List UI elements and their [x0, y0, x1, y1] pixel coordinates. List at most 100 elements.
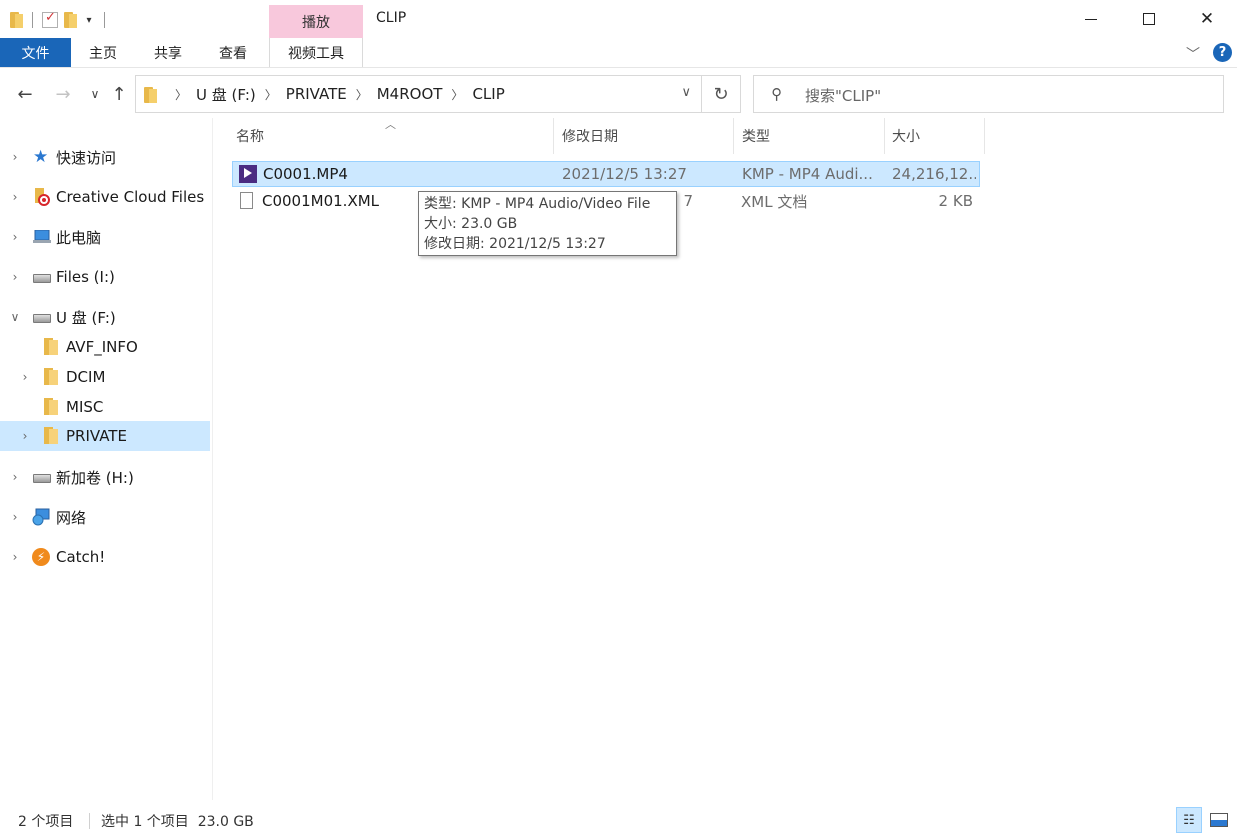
- tab-home[interactable]: 主页: [78, 38, 128, 67]
- details-view-button[interactable]: ☷: [1176, 807, 1202, 833]
- tree-item-label: 网络: [56, 508, 87, 527]
- breadcrumb-separator-icon[interactable]: 〉: [356, 86, 368, 103]
- breadcrumb-separator-icon[interactable]: 〉: [451, 86, 463, 103]
- tooltip-modified: 修改日期: 2021/12/5 13:27: [424, 236, 606, 252]
- toolbar-divider: [32, 12, 33, 28]
- back-button[interactable]: ←: [12, 81, 38, 107]
- customize-toolbar-icon[interactable]: ▾: [83, 15, 95, 26]
- minimize-button[interactable]: [1062, 0, 1120, 38]
- forward-button[interactable]: →: [50, 81, 76, 107]
- file-size: 24,216,12...: [892, 165, 976, 183]
- tree-item-files-i[interactable]: › Files (I:): [0, 262, 210, 292]
- quick-access-toolbar: ▾: [10, 9, 108, 31]
- breadcrumb-separator-icon[interactable]: 〉: [265, 86, 277, 103]
- up-arrow-icon: ↑: [111, 83, 127, 105]
- file-info-tooltip: 类型: KMP - MP4 Audio/Video File 大小: 23.0 …: [418, 191, 677, 256]
- status-divider: [89, 813, 90, 829]
- expand-chevron-icon[interactable]: ›: [8, 150, 22, 164]
- tree-item-catch[interactable]: › ⚡ Catch!: [0, 542, 210, 572]
- tab-view[interactable]: 查看: [208, 38, 258, 67]
- expand-chevron-icon[interactable]: ›: [18, 429, 32, 443]
- tree-item-label: 新加卷 (H:): [56, 468, 134, 487]
- expand-chevron-icon[interactable]: ›: [8, 230, 22, 244]
- column-divider[interactable]: [984, 118, 985, 154]
- drive-icon: [33, 474, 51, 483]
- tree-item-label: U 盘 (F:): [56, 308, 116, 327]
- creative-cloud-icon: [34, 188, 50, 206]
- expand-chevron-icon[interactable]: ›: [18, 370, 32, 384]
- properties-icon[interactable]: [42, 10, 58, 28]
- chevron-down-icon: ∨: [90, 87, 100, 101]
- expand-chevron-icon[interactable]: ›: [8, 270, 22, 284]
- tree-item-avf-info[interactable]: AVF_INFO: [0, 332, 210, 362]
- tree-item-new-volume-h[interactable]: › 新加卷 (H:): [0, 462, 210, 492]
- selection-info: 选中 1 个项目 23.0 GB: [101, 814, 254, 830]
- close-button[interactable]: ✕: [1178, 0, 1236, 38]
- tab-file[interactable]: 文件: [0, 38, 71, 67]
- tree-item-this-pc[interactable]: › 此电脑: [0, 222, 210, 252]
- column-header-modified[interactable]: 修改日期: [562, 118, 733, 154]
- folder-icon: [44, 368, 58, 385]
- address-history-chevron-icon[interactable]: ∨: [681, 85, 691, 100]
- column-divider[interactable]: [553, 118, 554, 154]
- folder-icon: [44, 398, 58, 415]
- expand-ribbon-chevron-icon[interactable]: ﹀: [1186, 44, 1200, 64]
- expand-chevron-icon[interactable]: ›: [8, 190, 22, 204]
- title-bar: ▾ 播放 CLIP ✕: [0, 0, 1237, 40]
- search-icon: ⚲: [771, 85, 782, 103]
- drive-icon: [33, 274, 51, 283]
- folder-icon: [144, 87, 157, 103]
- maximize-button[interactable]: [1120, 0, 1178, 38]
- tooltip-size: 大小: 23.0 GB: [424, 216, 518, 232]
- tree-item-label: Files (I:): [56, 268, 115, 286]
- file-type: KMP - MP4 Audi...: [742, 165, 873, 183]
- tree-item-usb-f[interactable]: ∨ U 盘 (F:): [0, 302, 210, 332]
- tooltip-type: 类型: KMP - MP4 Audio/Video File: [424, 196, 651, 212]
- help-icon[interactable]: ?: [1213, 43, 1232, 62]
- collapse-chevron-icon[interactable]: ∨: [8, 310, 22, 324]
- tree-item-private[interactable]: › PRIVATE: [0, 421, 210, 451]
- tree-item-label: MISC: [66, 398, 104, 416]
- search-input[interactable]: ⚲ 搜索"CLIP": [753, 75, 1224, 113]
- up-button[interactable]: ↑: [106, 81, 132, 107]
- breadcrumb-item-drive[interactable]: U 盘 (F:): [196, 84, 256, 105]
- tree-item-dcim[interactable]: › DCIM: [0, 362, 210, 392]
- breadcrumb: 〉 U 盘 (F:) 〉 PRIVATE 〉 M4ROOT 〉 CLIP: [166, 76, 505, 112]
- recent-locations-button[interactable]: ∨: [82, 81, 108, 107]
- tree-item-label: Catch!: [56, 548, 106, 566]
- table-row[interactable]: C0001.MP4 2021/12/5 13:27 KMP - MP4 Audi…: [232, 161, 980, 187]
- tab-share[interactable]: 共享: [143, 38, 193, 67]
- new-folder-icon[interactable]: [64, 12, 77, 28]
- column-header-type[interactable]: 类型: [742, 118, 884, 154]
- back-arrow-icon: ←: [17, 83, 33, 105]
- tree-item-quick-access[interactable]: › ★ 快速访问: [0, 142, 210, 172]
- breadcrumb-item-clip[interactable]: CLIP: [472, 85, 504, 103]
- address-bar[interactable]: 〉 U 盘 (F:) 〉 PRIVATE 〉 M4ROOT 〉 CLIP ∨: [135, 75, 702, 113]
- tree-item-label: DCIM: [66, 368, 106, 386]
- search-placeholder: 搜索"CLIP": [805, 87, 882, 105]
- window-title: CLIP: [376, 10, 407, 26]
- navigation-bar: ← → ∨ ↑ 〉 U 盘 (F:) 〉 PRIVATE 〉 M4ROOT 〉 …: [0, 70, 1237, 118]
- file-modified: 2021/12/5 13:27: [562, 165, 687, 183]
- expand-chevron-icon[interactable]: ›: [8, 510, 22, 524]
- column-divider[interactable]: [884, 118, 885, 154]
- expand-chevron-icon[interactable]: ›: [8, 470, 22, 484]
- close-icon: ✕: [1199, 9, 1215, 29]
- large-icons-view-button[interactable]: [1206, 807, 1232, 833]
- column-divider[interactable]: [733, 118, 734, 154]
- breadcrumb-item-m4root[interactable]: M4ROOT: [377, 85, 443, 103]
- breadcrumb-item-private[interactable]: PRIVATE: [286, 85, 347, 103]
- file-size: 2 KB: [938, 192, 973, 210]
- column-header-size[interactable]: 大小: [892, 118, 984, 154]
- tree-item-misc[interactable]: MISC: [0, 392, 210, 422]
- expand-chevron-icon[interactable]: ›: [8, 550, 22, 564]
- breadcrumb-separator-icon[interactable]: 〉: [175, 86, 187, 103]
- tab-video-tools[interactable]: 视频工具: [269, 38, 363, 67]
- tree-item-creative-cloud[interactable]: › Creative Cloud Files: [0, 182, 210, 212]
- tree-item-network[interactable]: › 网络: [0, 502, 210, 532]
- refresh-button[interactable]: ↻: [702, 75, 741, 113]
- tree-item-label: 快速访问: [56, 148, 117, 167]
- refresh-icon: ↻: [713, 83, 729, 105]
- minimize-icon: [1085, 18, 1097, 20]
- column-header-name[interactable]: 名称: [236, 118, 553, 154]
